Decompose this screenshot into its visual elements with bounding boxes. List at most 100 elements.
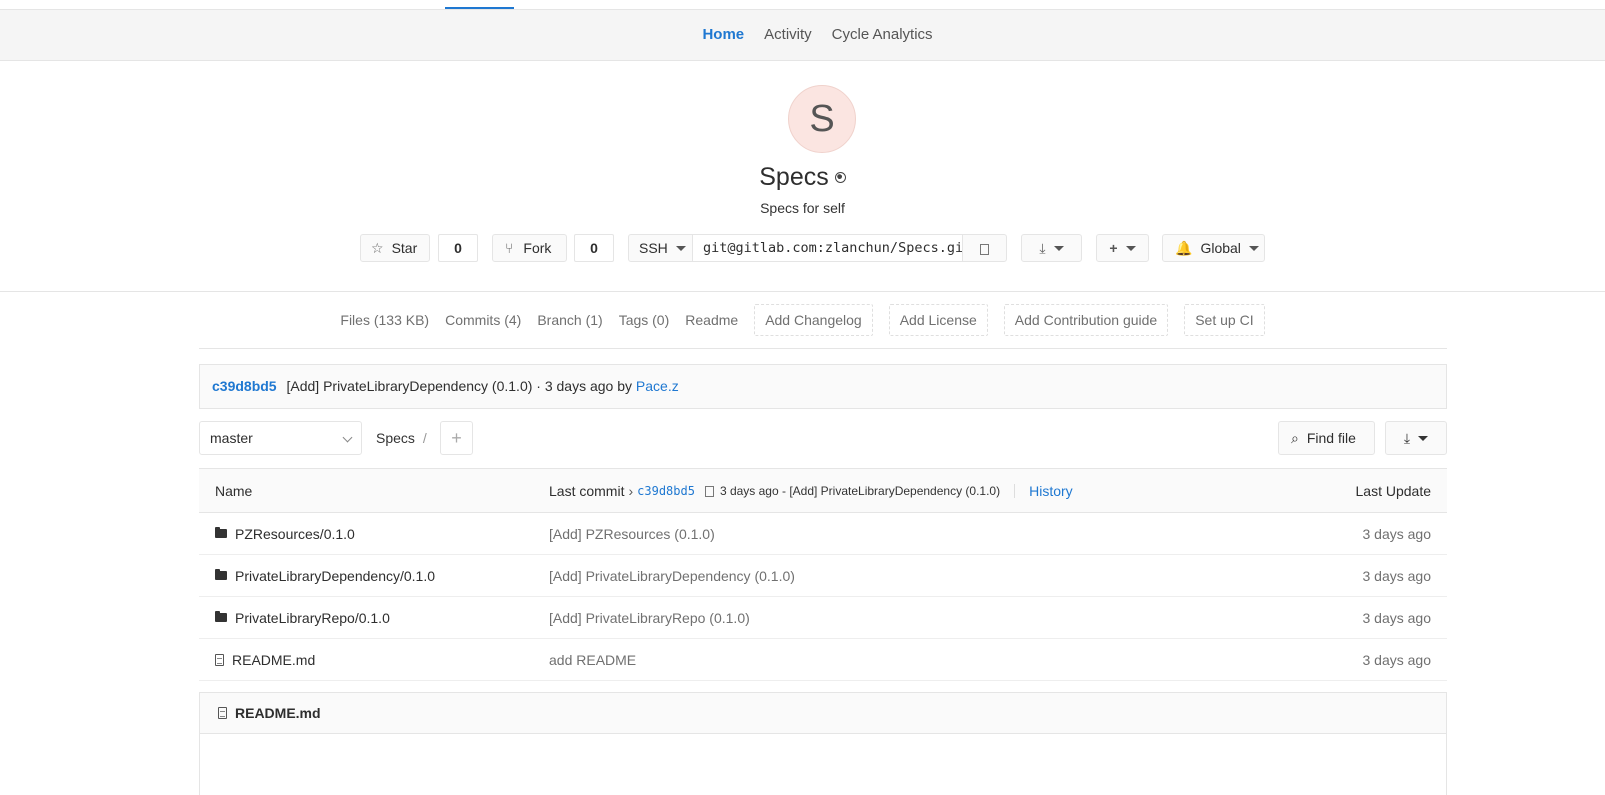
project-name: Specs: [759, 163, 829, 191]
stat-branch[interactable]: Branch (1): [537, 304, 602, 336]
chevron-down-icon: [1053, 245, 1064, 251]
download-icon: ⤓: [1039, 239, 1046, 256]
clone-url-input[interactable]: git@gitlab.com:zlanchun/Specs.git: [692, 234, 963, 262]
chevron-right-icon: ›: [628, 482, 634, 499]
copy-url-button[interactable]: [962, 234, 1007, 262]
chevron-down-icon: [1418, 435, 1429, 441]
commit-message-cell[interactable]: add README: [549, 639, 636, 680]
stat-tags[interactable]: Tags (0): [619, 304, 670, 336]
history-link[interactable]: History: [1029, 483, 1073, 499]
top-nav-strip: [0, 0, 1605, 10]
header-commit-sha[interactable]: c39d8bd5: [637, 484, 695, 498]
branch-name: master: [210, 430, 253, 446]
header-divider: [0, 291, 1605, 292]
file-icon: [215, 653, 224, 666]
chevron-down-icon: [675, 245, 686, 251]
folder-icon: [215, 611, 227, 622]
divider: [1014, 483, 1016, 498]
fork-count[interactable]: 0: [574, 234, 614, 262]
commit-author-link[interactable]: Pace.z: [636, 378, 679, 394]
table-row[interactable]: README.md add README 3 days ago: [199, 639, 1447, 681]
download-icon: ⤓: [1403, 429, 1411, 446]
header-commit-info: 3 days ago - [Add] PrivateLibraryDepende…: [719, 483, 1001, 498]
file-name[interactable]: PZResources/0.1.0: [235, 526, 355, 542]
stat-commits[interactable]: Commits (4): [445, 304, 521, 336]
download-dropdown[interactable]: ⤓: [1021, 234, 1082, 262]
folder-icon: [215, 569, 227, 580]
active-tab-indicator: [445, 7, 514, 9]
col-last-update: Last Update: [1355, 482, 1432, 499]
last-update-cell: 3 days ago: [1362, 567, 1432, 584]
table-row[interactable]: PrivateLibraryRepo/0.1.0 [Add] PrivateLi…: [199, 597, 1447, 639]
last-commit-bar: c39d8bd5 [Add] PrivateLibraryDependency …: [199, 364, 1447, 409]
col-name: Name: [215, 482, 253, 499]
fork-label: Fork: [523, 240, 552, 256]
add-file-button[interactable]: +: [440, 421, 473, 455]
subnav-home[interactable]: Home: [702, 10, 744, 60]
file-name[interactable]: README.md: [232, 652, 315, 668]
project-title: Specs: [0, 160, 1605, 194]
breadcrumb-separator: /: [422, 430, 427, 446]
notification-label: Global: [1200, 240, 1241, 256]
file-table-header: Name Last commit › c39d8bd5 3 days ago -…: [199, 468, 1447, 513]
find-file-label: Find file: [1306, 430, 1356, 446]
file-name-cell[interactable]: PrivateLibraryDependency/0.1.0: [215, 555, 435, 596]
add-changelog-link[interactable]: Add Changelog: [754, 304, 873, 336]
breadcrumb: Specs /: [376, 430, 427, 446]
public-globe-icon: [834, 172, 846, 183]
commit-message-cell[interactable]: [Add] PZResources (0.1.0): [549, 513, 715, 554]
search-icon: ⌕: [1291, 429, 1299, 446]
last-update-cell: 3 days ago: [1362, 651, 1432, 668]
breadcrumb-root[interactable]: Specs: [376, 430, 415, 446]
setup-ci-link[interactable]: Set up CI: [1184, 304, 1265, 336]
readme-body: [199, 733, 1447, 795]
file-name[interactable]: PrivateLibraryDependency/0.1.0: [235, 568, 435, 584]
star-icon: ☆: [371, 239, 384, 256]
file-name-cell[interactable]: PZResources/0.1.0: [215, 513, 355, 554]
project-subnav: Home Activity Cycle Analytics: [0, 10, 1605, 61]
branch-select[interactable]: master: [199, 421, 362, 455]
stat-files[interactable]: Files (133 KB): [340, 304, 429, 336]
project-avatar: S: [788, 85, 856, 153]
protocol-label: SSH: [639, 240, 668, 256]
star-count[interactable]: 0: [438, 234, 478, 262]
chevron-down-icon: [1248, 245, 1259, 251]
fork-button[interactable]: ⑂ Fork: [492, 234, 567, 262]
stat-readme[interactable]: Readme: [685, 304, 738, 336]
commit-message: [Add] PrivateLibraryDependency (0.1.0) ·…: [286, 378, 633, 394]
file-icon: [218, 707, 227, 719]
fork-icon: ⑂: [505, 240, 514, 256]
last-commit-label: Last commit: [549, 482, 625, 499]
star-label: Star: [391, 240, 418, 256]
commit-sha-link[interactable]: c39d8bd5: [212, 378, 277, 394]
download-archive-dropdown[interactable]: ⤓: [1385, 421, 1447, 455]
stats-divider: [199, 348, 1447, 349]
table-row[interactable]: PrivateLibraryDependency/0.1.0 [Add] Pri…: [199, 555, 1447, 597]
add-contribution-guide-link[interactable]: Add Contribution guide: [1003, 304, 1169, 336]
readme-header: README.md: [199, 692, 1447, 734]
chevron-down-icon: [342, 432, 353, 443]
table-row[interactable]: PZResources/0.1.0 [Add] PZResources (0.1…: [199, 513, 1447, 555]
star-button[interactable]: ☆ Star: [360, 234, 430, 262]
folder-icon: [215, 527, 227, 538]
chevron-down-icon: [1125, 245, 1136, 251]
notification-dropdown[interactable]: 🔔 Global: [1162, 234, 1265, 262]
plus-icon: +: [1109, 240, 1118, 256]
subnav-activity[interactable]: Activity: [764, 10, 812, 60]
file-name-cell[interactable]: README.md: [215, 639, 315, 680]
commit-message-cell[interactable]: [Add] PrivateLibraryRepo (0.1.0): [549, 597, 750, 638]
subnav-cycle-analytics[interactable]: Cycle Analytics: [832, 10, 933, 60]
readme-title-wrap: README.md: [218, 693, 321, 733]
clipboard-icon[interactable]: [704, 486, 714, 497]
readme-title[interactable]: README.md: [235, 705, 321, 721]
bell-icon: 🔔: [1175, 239, 1193, 256]
file-name-cell[interactable]: PrivateLibraryRepo/0.1.0: [215, 597, 390, 638]
new-item-dropdown[interactable]: +: [1096, 234, 1149, 262]
clone-protocol-dropdown[interactable]: SSH: [628, 234, 693, 262]
last-update-cell: 3 days ago: [1362, 609, 1432, 626]
add-license-link[interactable]: Add License: [888, 304, 988, 336]
find-file-button[interactable]: ⌕ Find file: [1278, 421, 1375, 455]
file-name[interactable]: PrivateLibraryRepo/0.1.0: [235, 610, 390, 626]
project-stats: Files (133 KB) Commits (4) Branch (1) Ta…: [0, 304, 1605, 336]
commit-message-cell[interactable]: [Add] PrivateLibraryDependency (0.1.0): [549, 555, 795, 596]
